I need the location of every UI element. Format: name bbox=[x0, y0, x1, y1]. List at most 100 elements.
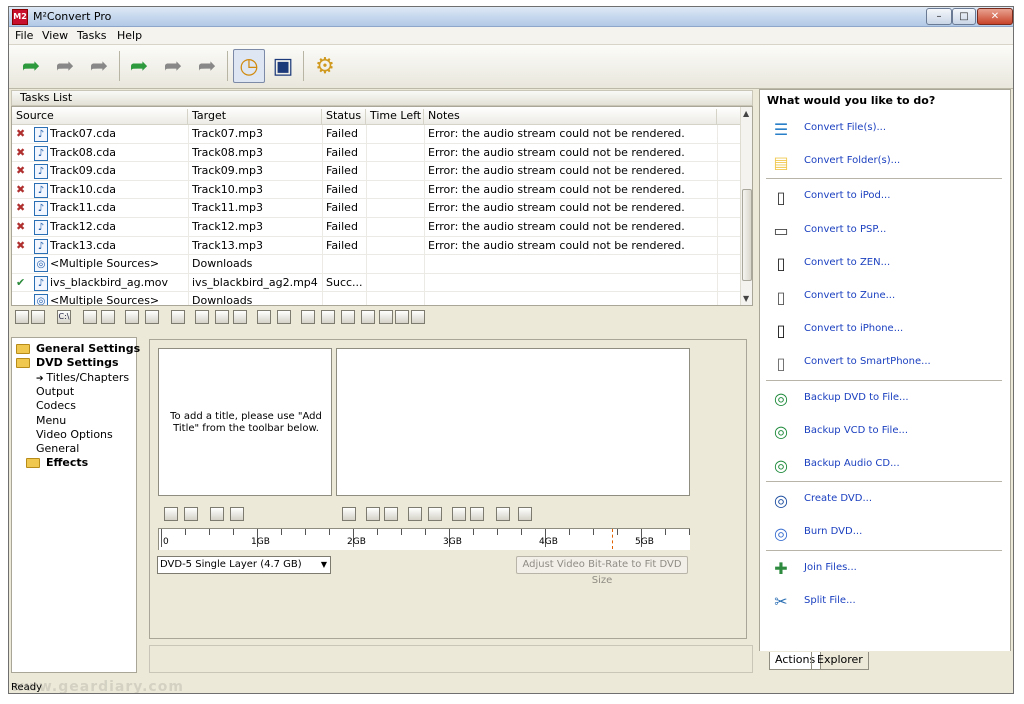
remove-task-icon[interactable] bbox=[125, 310, 139, 324]
title-icon[interactable] bbox=[145, 310, 159, 324]
print-icon[interactable] bbox=[361, 310, 375, 324]
delete-title-icon[interactable] bbox=[230, 507, 244, 521]
tree-item-dvd-settings[interactable]: DVD Settings bbox=[16, 356, 119, 369]
scroll-thumb[interactable] bbox=[742, 189, 752, 281]
import-icon[interactable] bbox=[301, 310, 315, 324]
paste-icon[interactable] bbox=[215, 310, 229, 324]
table-row[interactable]: ✖ ♪ Track09.cda Track09.mp3 Failed Error: the… bbox=[12, 162, 740, 181]
upload-icon[interactable] bbox=[395, 310, 409, 324]
action-join-files[interactable]: ✚ Join Files... bbox=[768, 554, 1012, 586]
column-target[interactable]: Target bbox=[188, 109, 322, 125]
add-title-icon[interactable] bbox=[164, 507, 178, 521]
move-up-icon[interactable] bbox=[257, 310, 271, 324]
tasks-table[interactable]: Source Target Status Time Left Notes ✖ ♪ T… bbox=[11, 106, 753, 306]
copy-icon[interactable] bbox=[195, 310, 209, 324]
table-row[interactable]: ✖ ♪ Track11.cda Track11.mp3 Failed Error: the… bbox=[12, 199, 740, 218]
table-row[interactable]: ✖ ♪ Track10.cda Track10.mp3 Failed Error: the… bbox=[12, 181, 740, 200]
maximize-button[interactable]: □ bbox=[952, 8, 976, 25]
action-convert-to-iphone[interactable]: ▯ Convert to iPhone... bbox=[768, 315, 1012, 347]
tree-item-output[interactable]: Output bbox=[36, 385, 74, 398]
tree-item-effects[interactable]: Effects bbox=[26, 456, 88, 469]
convert-file-icon[interactable]: ➦ bbox=[83, 49, 115, 83]
table-row[interactable]: ◎ <Multiple Sources> Downloads bbox=[12, 292, 740, 305]
action-convert-to-psp[interactable]: ▭ Convert to PSP... bbox=[768, 216, 1012, 248]
list-icon[interactable] bbox=[171, 310, 185, 324]
scheduler-clock-icon[interactable]: ◷ bbox=[233, 49, 265, 83]
column-time-left[interactable]: Time Left bbox=[366, 109, 424, 125]
play-all-icon[interactable] bbox=[101, 310, 115, 324]
convert-all-icon[interactable]: ➦ bbox=[15, 49, 47, 83]
monitor-icon[interactable]: ▣ bbox=[267, 49, 299, 83]
table-row[interactable]: ✖ ♪ Track07.cda Track07.mp3 Failed Error: the… bbox=[12, 125, 740, 144]
column-status[interactable]: Status bbox=[322, 109, 366, 125]
menu-help[interactable]: Help bbox=[117, 29, 142, 42]
tree-item-general[interactable]: General bbox=[36, 442, 79, 455]
convert-selected-icon[interactable]: ➦ bbox=[49, 49, 81, 83]
convert-stop-icon[interactable]: ➦ bbox=[191, 49, 223, 83]
delete-chapter-icon[interactable] bbox=[384, 507, 398, 521]
titles-list[interactable]: To add a title, please use "Add Title" f… bbox=[158, 348, 332, 496]
scroll-up-icon[interactable]: ▲ bbox=[743, 109, 749, 118]
action-backup-dvd-to-file[interactable]: ◎ Backup DVD to File... bbox=[768, 384, 1012, 416]
archive-icon[interactable] bbox=[379, 310, 393, 324]
title-settings-icon[interactable] bbox=[184, 507, 198, 521]
table-row[interactable]: ✔ ♪ ivs_blackbird_ag.mov ivs_blackbird_ag2.… bbox=[12, 274, 740, 293]
action-convert-folder-s[interactable]: ▤ Convert Folder(s)... bbox=[768, 147, 1012, 179]
column-source[interactable]: Source bbox=[12, 109, 188, 125]
save-icon[interactable] bbox=[321, 310, 335, 324]
move-down-icon[interactable] bbox=[277, 310, 291, 324]
tree-item-titles-chapters[interactable]: ➔ Titles/Chapters bbox=[36, 371, 129, 384]
disc-type-select[interactable]: DVD-5 Single Layer (4.7 GB) ▼ bbox=[157, 556, 331, 574]
tree-item-menu[interactable]: Menu bbox=[36, 414, 66, 427]
tree-item-general-settings[interactable]: General Settings bbox=[16, 342, 140, 355]
action-convert-to-ipod[interactable]: ▯ Convert to iPod... bbox=[768, 182, 1012, 214]
action-convert-to-smartphone[interactable]: ▯ Convert to SmartPhone... bbox=[768, 348, 1012, 380]
action-split-file[interactable]: ✂ Split File... bbox=[768, 587, 1012, 619]
settings-icon[interactable] bbox=[411, 310, 425, 324]
preview-icon[interactable] bbox=[496, 507, 510, 521]
edit-title-icon[interactable] bbox=[210, 507, 224, 521]
move-down-icon[interactable] bbox=[428, 507, 442, 521]
tasks-scrollbar[interactable]: ▲ ▼ bbox=[740, 107, 752, 305]
add-task-icon[interactable] bbox=[31, 310, 45, 324]
menu-view[interactable]: View bbox=[42, 29, 68, 42]
edit-chapter-icon[interactable] bbox=[366, 507, 380, 521]
scroll-down-icon[interactable]: ▼ bbox=[743, 294, 749, 303]
options-icon[interactable] bbox=[341, 310, 355, 324]
menu-file[interactable]: File bbox=[15, 29, 33, 42]
table-row[interactable]: ✖ ♪ Track12.cda Track12.mp3 Failed Error: the… bbox=[12, 218, 740, 237]
action-backup-vcd-to-file[interactable]: ◎ Backup VCD to File... bbox=[768, 417, 1012, 449]
success-status-icon: ✔ bbox=[16, 275, 26, 289]
move-up-icon[interactable] bbox=[408, 507, 422, 521]
convert-settings-icon[interactable]: ➦ bbox=[157, 49, 189, 83]
add-chapter-icon[interactable] bbox=[342, 507, 356, 521]
drive-icon[interactable]: C:\ bbox=[57, 310, 71, 324]
action-create-dvd[interactable]: ◎ Create DVD... bbox=[768, 485, 1012, 517]
properties-icon[interactable] bbox=[518, 507, 532, 521]
action-convert-to-zen[interactable]: ▯ Convert to ZEN... bbox=[768, 249, 1012, 281]
action-convert-to-zune[interactable]: ▯ Convert to Zune... bbox=[768, 282, 1012, 314]
convert-batch-icon[interactable]: ➦ bbox=[123, 49, 155, 83]
tree-item-video-options[interactable]: Video Options bbox=[36, 428, 113, 441]
chapters-list[interactable] bbox=[336, 348, 690, 496]
close-button[interactable]: ✕ bbox=[977, 8, 1013, 25]
tools-icon[interactable]: ⚙ bbox=[309, 49, 341, 83]
settings-tree[interactable]: General Settings DVD Settings ➔ Titles/Cha… bbox=[11, 337, 140, 673]
menu-tasks[interactable]: Tasks bbox=[77, 29, 106, 42]
table-row[interactable]: ✖ ♪ Track08.cda Track08.mp3 Failed Error: the… bbox=[12, 144, 740, 163]
fit-bitrate-button[interactable]: Adjust Video Bit-Rate to Fit DVD Size bbox=[516, 556, 688, 586]
minimize-button[interactable]: – bbox=[926, 8, 952, 25]
table-row[interactable]: ◎ <Multiple Sources> Downloads bbox=[12, 255, 740, 274]
unlink-icon[interactable] bbox=[470, 507, 484, 521]
action-burn-dvd[interactable]: ◎ Burn DVD... bbox=[768, 518, 1012, 550]
action-convert-file-s[interactable]: ☰ Convert File(s)... bbox=[768, 114, 1012, 146]
link-icon[interactable] bbox=[452, 507, 466, 521]
column-notes[interactable]: Notes bbox=[424, 109, 717, 125]
action-backup-audio-cd[interactable]: ◎ Backup Audio CD... bbox=[768, 450, 1012, 482]
export-icon[interactable] bbox=[233, 310, 247, 324]
tab-explorer[interactable]: Explorer bbox=[811, 652, 869, 670]
select-all-icon[interactable] bbox=[15, 310, 29, 324]
table-row[interactable]: ✖ ♪ Track13.cda Track13.mp3 Failed Error: the… bbox=[12, 237, 740, 256]
tree-item-codecs[interactable]: Codecs bbox=[36, 399, 76, 412]
play-icon[interactable] bbox=[83, 310, 97, 324]
